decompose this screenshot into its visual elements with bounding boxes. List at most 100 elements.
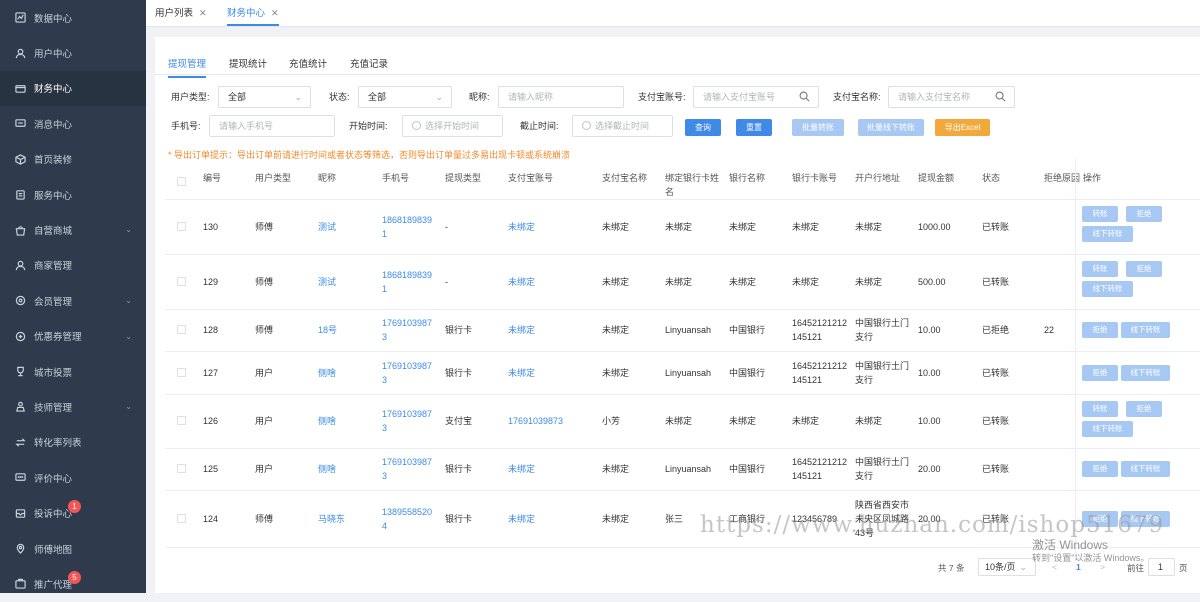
close-icon[interactable]: ✕ [199,8,207,18]
table-cell-alipay-account[interactable]: 未绑定 [508,275,588,289]
alipay-name-input[interactable]: 请输入支付宝名称 [888,86,1015,108]
sidebar-item[interactable]: 优惠券管理 ⌄ [0,319,146,354]
action-reject-button[interactable]: 拒绝 [1082,322,1118,338]
sidebar-item[interactable]: 财务中心 [0,70,146,107]
user-type-select[interactable]: 全部 ⌄ [218,86,311,108]
action-reject-button[interactable]: 拒绝 [1082,461,1118,477]
page-tab-user-list[interactable]: 用户列表 ✕ [155,0,207,26]
table-cell-nickname[interactable]: 侧啥 [318,414,373,428]
table-cell-alipay-account[interactable]: 未绑定 [508,462,588,476]
goto-page-input[interactable]: 1 [1148,558,1175,576]
search-icon[interactable] [995,91,1006,102]
sidebar-item[interactable]: 投诉中心 1 [0,495,146,530]
tab-recharge-stats[interactable]: 充值统计 [289,56,327,76]
nickname-label: 昵称: [469,92,490,102]
sidebar-item[interactable]: 消息中心 [0,106,146,141]
chevron-down-icon[interactable]: ⌄ [125,296,132,305]
select-all-checkbox[interactable] [177,177,186,186]
sidebar-item[interactable]: 城市投票 [0,354,146,389]
action-offline-transfer-button[interactable]: 线下转账 [1121,461,1170,477]
sidebar-item[interactable]: 商家管理 [0,248,146,283]
sidebar-item[interactable]: 师傅地图 [0,531,146,566]
table-cell-nickname[interactable]: 侧啥 [318,462,373,476]
table-cell-phone[interactable]: 17691039873 [382,455,437,483]
chevron-down-icon[interactable]: ⌄ [125,402,132,411]
table-cell-phone[interactable]: 17691039873 [382,359,437,387]
action-offline-transfer-button[interactable]: 线下转账 [1082,281,1133,297]
table-cell-phone[interactable]: 17691039873 [382,316,437,344]
action-transfer-button[interactable]: 转账 [1082,206,1118,222]
close-icon[interactable]: ✕ [271,8,279,18]
table-cell-alipay-account[interactable]: 未绑定 [508,366,588,380]
row-checkbox[interactable] [177,513,186,523]
sidebar-item-label: 首页装修 [34,155,73,167]
action-reject-button[interactable]: 拒绝 [1126,206,1162,222]
action-offline-transfer-button[interactable]: 线下转账 [1082,421,1133,437]
table-cell-alipay-account[interactable]: 未绑定 [508,512,588,526]
table-cell-nickname[interactable]: 测试 [318,275,373,289]
alipay-account-input[interactable]: 请输入支付宝账号 [693,86,819,108]
export-excel-button[interactable]: 导出Excel [935,119,990,136]
table-cell-nickname[interactable]: 侧啥 [318,366,373,380]
sidebar-item-label: 转化率列表 [34,438,82,450]
row-checkbox[interactable] [177,464,186,473]
tab-recharge-records[interactable]: 充值记录 [350,56,388,76]
row-checkbox[interactable] [177,325,186,334]
sidebar-item[interactable]: 自营商城 ⌄ [0,212,146,247]
search-icon[interactable] [799,91,810,102]
table-cell-amount: 10.00 [918,416,941,426]
action-offline-transfer-button[interactable]: 线下转账 [1082,226,1133,242]
chevron-down-icon[interactable]: ⌄ [125,225,132,234]
row-checkbox[interactable] [177,367,186,377]
start-time-picker[interactable]: 选择开始时间 [402,115,503,137]
action-transfer-button[interactable]: 转账 [1082,401,1118,417]
sidebar-item[interactable]: 首页装修 [0,142,146,177]
row-checkbox[interactable] [177,416,186,425]
tab-withdraw-stats[interactable]: 提现统计 [229,56,267,76]
table-cell-amount: 10.00 [918,367,941,378]
chevron-down-icon: ⌄ [294,92,302,102]
action-reject-button[interactable]: 拒绝 [1126,261,1162,277]
table-cell-alipay-account[interactable]: 17691039873 [508,414,588,428]
sidebar-item[interactable]: 技师管理 ⌄ [0,389,146,424]
table-cell-alipay-account[interactable]: 未绑定 [508,323,588,337]
query-button[interactable]: 查询 [685,119,721,136]
table-cell-nickname[interactable]: 测试 [318,220,373,234]
sidebar-item[interactable]: 评价中心 [0,460,146,495]
action-offline-transfer-button[interactable]: 线下转账 [1121,364,1170,381]
end-time-picker[interactable]: 选择截止时间 [572,115,673,137]
phone-input[interactable]: 请输入手机号 [209,115,335,137]
status-select[interactable]: 全部 ⌄ [358,86,452,108]
table-cell-nickname[interactable]: 18号 [318,323,373,337]
table-cell-phone[interactable]: 18681898391 [382,268,437,296]
sidebar-item[interactable]: 转化率列表 [0,425,146,460]
sidebar-item[interactable]: 服务中心 [0,177,146,212]
chevron-down-icon[interactable]: ⌄ [125,332,132,341]
sidebar-item[interactable]: 会员管理 ⌄ [0,283,146,318]
page-size-select[interactable]: 10条/页 ⌄ [978,558,1036,576]
action-offline-transfer-button[interactable]: 线下转账 [1121,322,1170,338]
table-cell-alipay-account[interactable]: 未绑定 [508,220,588,234]
sidebar-item[interactable]: 用户中心 [0,35,146,70]
table-cell-nickname[interactable]: 马晓东 [318,512,373,526]
table-cell-phone[interactable]: 17691039873 [382,407,437,435]
action-reject-button[interactable]: 拒绝 [1082,364,1118,381]
row-checkbox[interactable] [177,276,186,286]
table-header-cell: 拒绝原因 [1044,173,1081,183]
wallet-icon [14,82,26,94]
action-transfer-button[interactable]: 转账 [1082,261,1118,277]
sidebar-item[interactable]: 数据中心 [0,0,146,35]
nickname-input[interactable]: 请输入昵称 [498,86,624,108]
table-cell-status: 已拒绝 [982,325,1010,335]
conversion-icon [14,436,26,448]
table-cell-phone[interactable]: 18681898391 [382,213,437,241]
action-reject-button[interactable]: 拒绝 [1126,401,1162,417]
row-checkbox[interactable] [177,221,186,231]
batch-transfer-button[interactable]: 批量转账 [792,119,844,136]
sidebar-item[interactable]: 推广代理 5 [0,566,146,601]
page-tab-finance[interactable]: 财务中心 ✕ [227,0,279,26]
batch-offline-transfer-button[interactable]: 批量线下转账 [858,119,924,136]
reset-button[interactable]: 重置 [736,119,772,136]
table-cell-phone[interactable]: 13895585204 [382,505,437,533]
table-cell-status: 已转账 [982,367,1010,378]
